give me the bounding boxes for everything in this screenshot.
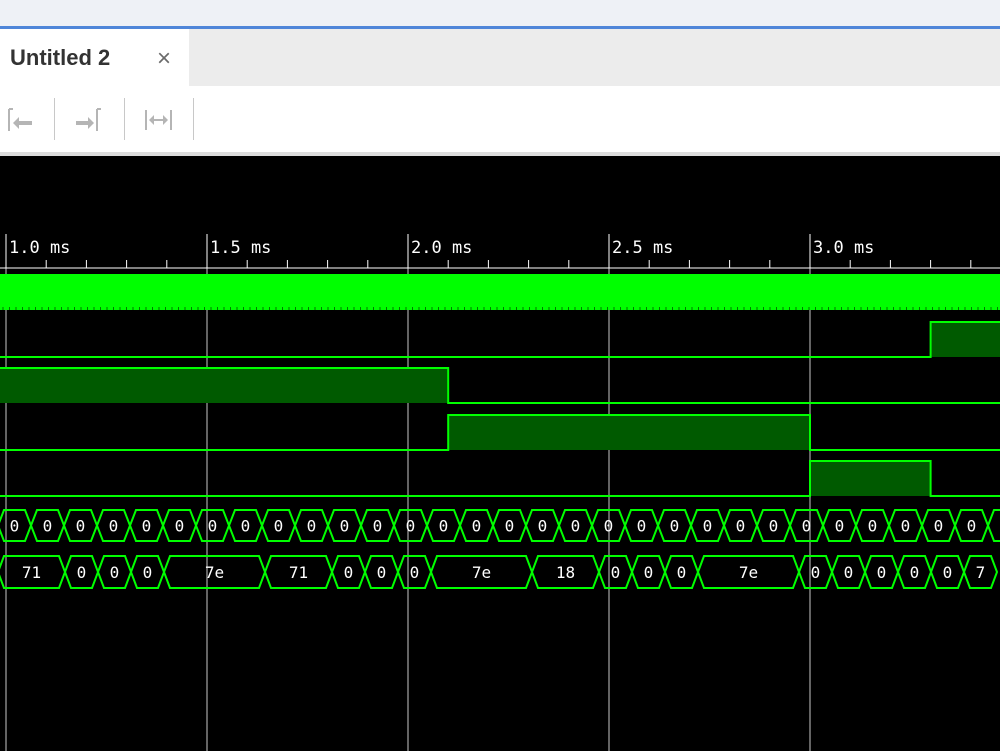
- bus-value-label: 0: [934, 517, 944, 536]
- bus-value-label: 0: [538, 517, 548, 536]
- tab-bar: Untitled 2 ×: [0, 29, 1000, 86]
- bus-value-label: 0: [505, 517, 515, 536]
- bus-value-label: 71: [289, 563, 308, 582]
- bit-high-fill: [448, 415, 810, 450]
- bus-value-label: 0: [811, 563, 821, 582]
- bus-value-label: 0: [835, 517, 845, 536]
- bus-value-label: 0: [377, 563, 387, 582]
- bus-value-label: 0: [703, 517, 713, 536]
- ruler-label: 1.0 ms: [9, 238, 70, 258]
- bus-value-label: 0: [802, 517, 812, 536]
- bit-high-fill: [0, 368, 449, 403]
- bus-value-label: 0: [439, 517, 449, 536]
- bus-value-label: 0: [967, 517, 977, 536]
- bus-value-label: 0: [571, 517, 581, 536]
- bus-value-label: 0: [677, 563, 687, 582]
- toolbar-separator: [124, 98, 125, 140]
- bus-segment[interactable]: [986, 509, 1000, 542]
- bus-value-label: 0: [110, 563, 120, 582]
- bus-value-label: 0: [373, 517, 383, 536]
- bit-high-fill: [930, 322, 1000, 357]
- waveform-canvas[interactable]: 1.0 ms 1.5 ms 2.0 ms 2.5 ms 3.0 ms 0 0 0 0 0 0 0 0 0…: [0, 156, 1000, 751]
- ruler-label: 2.0 ms: [411, 238, 472, 258]
- ruler-label: 3.0 ms: [813, 238, 874, 258]
- clock-signal[interactable]: [0, 274, 1000, 310]
- bus-value-label: 0: [77, 563, 87, 582]
- bus-value-label: 0: [410, 563, 420, 582]
- bus-value-label: 0: [844, 563, 854, 582]
- bus-value-label: 0: [109, 517, 119, 536]
- bus-value-label: 0: [10, 517, 20, 536]
- bus-value-label: 7e: [472, 563, 491, 582]
- title-strip: [0, 0, 1000, 27]
- close-icon[interactable]: ×: [157, 45, 171, 73]
- bus-value-label: 0: [644, 563, 654, 582]
- bus-value-label: 0: [670, 517, 680, 536]
- zoom-fit-button[interactable]: [138, 96, 178, 142]
- go-to-start-icon: [8, 108, 32, 131]
- bus-value-label: 0: [611, 563, 621, 582]
- bus-value-label: 0: [208, 517, 218, 536]
- bus-value-label: 0: [472, 517, 482, 536]
- bus-value-label: 7e: [205, 563, 224, 582]
- bit-trace: [0, 321, 1000, 358]
- zoom-fit-icon: [145, 110, 172, 130]
- bus-signal[interactable]: 0000000000000000000000000000000: [0, 509, 1000, 542]
- bus-value-label: 0: [901, 517, 911, 536]
- go-to-start-button[interactable]: [0, 96, 40, 142]
- go-to-end-button[interactable]: [68, 96, 108, 142]
- bus-value-label: 0: [406, 517, 416, 536]
- signal-traces[interactable]: 0000000000000000000000000000000710007e71…: [0, 274, 1000, 589]
- bus-value-label: 0: [241, 517, 251, 536]
- bus-value-label: 0: [344, 563, 354, 582]
- bit-high-fill: [810, 461, 931, 496]
- bus-value-label: 18: [556, 563, 575, 582]
- tab-label: Untitled 2: [10, 45, 111, 70]
- time-ruler[interactable]: 1.0 ms 1.5 ms 2.0 ms 2.5 ms 3.0 ms: [0, 234, 1000, 269]
- bit-signal[interactable]: [0, 414, 1000, 451]
- waveform-viewer[interactable]: 1.0 ms 1.5 ms 2.0 ms 2.5 ms 3.0 ms 0 0 0 0 0 0 0 0 0…: [0, 156, 1000, 751]
- bus-value-label: 0: [604, 517, 614, 536]
- bus-value-label: 0: [910, 563, 920, 582]
- toolbar-separator: [193, 98, 194, 140]
- bus-value-label: 0: [736, 517, 746, 536]
- bus-value-label: 0: [943, 563, 953, 582]
- bus-value-label: 0: [769, 517, 779, 536]
- bus-value-label: 0: [877, 563, 887, 582]
- bus-value-label: 0: [175, 517, 185, 536]
- bus-value-label: 0: [307, 517, 317, 536]
- bit-signal[interactable]: [0, 460, 1000, 497]
- clock-waveform: [0, 274, 1000, 310]
- bit-signal[interactable]: [0, 321, 1000, 358]
- toolbar-separator: [54, 98, 55, 140]
- bus-value-label: 0: [76, 517, 86, 536]
- ruler-label: 2.5 ms: [612, 238, 673, 258]
- bus-value-label: 0: [43, 517, 53, 536]
- bus-value-label: 0: [143, 563, 153, 582]
- bus-value-label: 0: [142, 517, 152, 536]
- tab-untitled-2[interactable]: Untitled 2 ×: [0, 29, 189, 86]
- bus-signal[interactable]: 71 0 0 0 7e 71 0 0 0 7e 18 0 0 0 7e 0 0 0 0 0 7: [0, 555, 999, 589]
- go-to-end-icon: [76, 108, 101, 131]
- ruler-label: 1.5 ms: [210, 238, 271, 258]
- bit-signal[interactable]: [0, 367, 1000, 404]
- bus-value-label: 7e: [739, 563, 758, 582]
- bus-value-label: 0: [868, 517, 878, 536]
- bus-value-label: 0: [340, 517, 350, 536]
- bus-value-label: 0: [637, 517, 647, 536]
- time-grid: [5, 234, 811, 751]
- bus-value-label: 7: [976, 563, 986, 582]
- waveform-toolbar: [0, 86, 1000, 152]
- bus-value-label: 71: [22, 563, 41, 582]
- bus-value-label: 0: [274, 517, 284, 536]
